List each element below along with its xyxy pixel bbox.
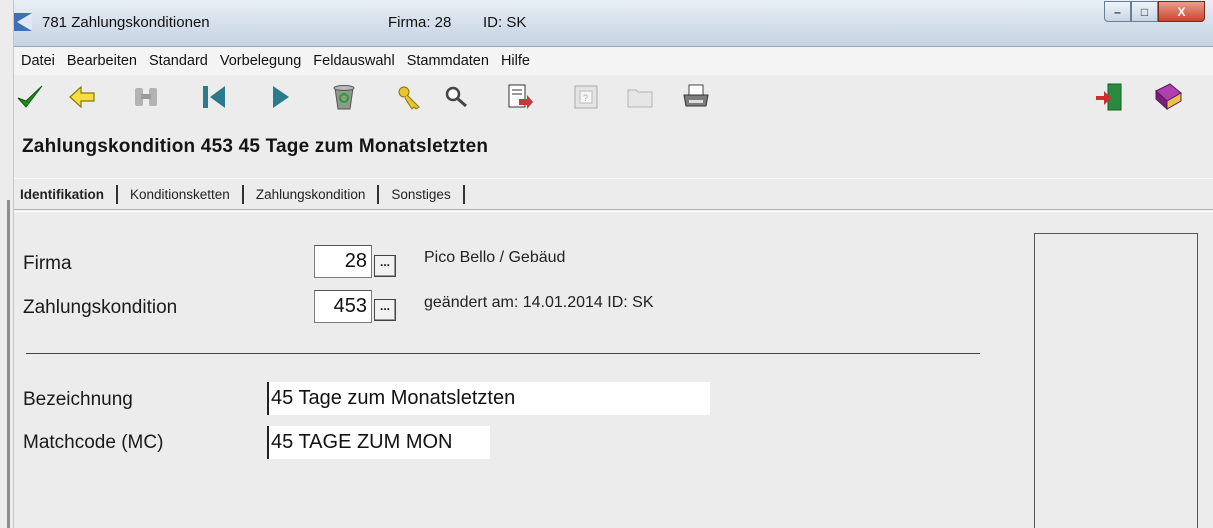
separator-line [26,353,980,354]
window-controls: – □ X [1104,1,1205,22]
maximize-button[interactable]: □ [1131,1,1158,22]
tab-zahlungskondition[interactable]: Zahlungskondition [256,184,380,204]
menu-stammdaten[interactable]: Stammdaten [407,53,489,69]
changed-info: geändert am: 14.01.2014 ID: SK [424,294,654,311]
menu-feldauswahl[interactable]: Feldauswahl [313,53,394,69]
firma-lookup-button[interactable]: ... [374,255,396,277]
toolbar: ? [0,75,1213,121]
firma-info: Pico Bello / Gebäud [424,249,566,266]
exit-door-icon[interactable] [1092,79,1128,115]
menu-vorbelegung[interactable]: Vorbelegung [220,53,301,69]
firma-label: Firma [23,253,72,274]
binoculars-icon[interactable] [128,79,164,115]
tab-identifikation[interactable]: Identifikation [14,184,118,204]
first-record-icon[interactable] [196,79,232,115]
window-id: ID: SK [483,14,527,31]
side-panel [1034,233,1198,528]
zahlungskondition-lookup-button[interactable]: ... [374,299,396,321]
search-icon[interactable] [438,79,474,115]
matchcode-field[interactable]: 45 TAGE ZUM MON [267,426,490,459]
check-icon[interactable] [12,79,48,115]
key-icon[interactable] [392,79,428,115]
close-button[interactable]: X [1158,1,1205,22]
folder-icon[interactable] [622,79,658,115]
tab-konditionsketten[interactable]: Konditionsketten [130,184,244,204]
next-record-icon[interactable] [262,79,298,115]
window-firma: Firma: 28 [388,14,452,31]
back-arrow-icon[interactable] [64,79,100,115]
left-edge [0,0,14,528]
svg-text:?: ? [583,93,588,103]
printer-icon[interactable] [678,79,714,115]
app-icon [12,13,32,31]
tab-sonstiges[interactable]: Sonstiges [391,184,465,204]
menu-bearbeiten[interactable]: Bearbeiten [67,53,137,69]
page-title: Zahlungskondition 453 45 Tage zum Monats… [22,136,489,157]
book-icon[interactable] [1150,79,1186,115]
zahlungskondition-field[interactable]: 453 [314,290,372,323]
bezeichnung-field[interactable]: 45 Tage zum Monatsletzten [267,382,710,415]
bezeichnung-label: Bezeichnung [23,389,133,410]
menu-bar: Datei Bearbeiten Standard Vorbelegung Fe… [0,47,1213,75]
window-title: 781 Zahlungskonditionen [42,14,210,31]
help-doc-icon[interactable]: ? [568,79,604,115]
menu-standard[interactable]: Standard [149,53,208,69]
menu-hilfe[interactable]: Hilfe [501,53,530,69]
zahlungskondition-label: Zahlungskondition [23,297,178,318]
minimize-button[interactable]: – [1104,1,1131,22]
title-bar: 781 Zahlungskonditionen Firma: 28 ID: SK… [0,0,1213,47]
recycle-bin-icon[interactable] [326,79,362,115]
tab-bar: Identifikation Konditionsketten Zahlungs… [14,178,1213,210]
firma-field[interactable]: 28 [314,245,372,278]
matchcode-label: Matchcode (MC) [23,432,164,453]
export-icon[interactable] [502,79,538,115]
menu-datei[interactable]: Datei [21,53,55,69]
